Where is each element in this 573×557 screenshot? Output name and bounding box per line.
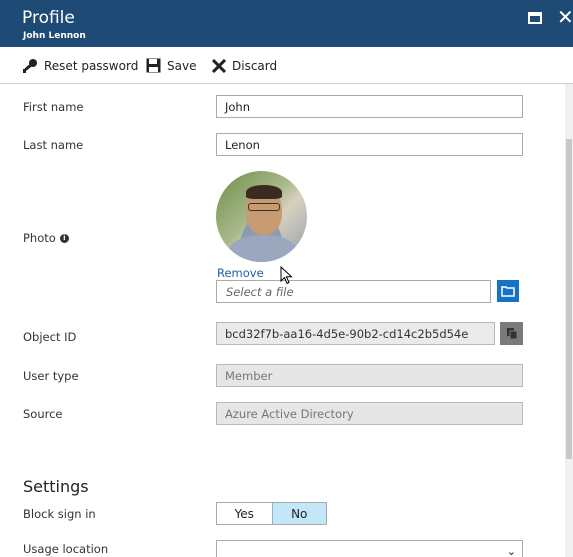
copy-icon: [506, 328, 517, 340]
block-sign-in-label: Block sign in: [23, 507, 96, 521]
user-type-label: User type: [23, 369, 79, 383]
toggle-no[interactable]: No: [271, 503, 326, 524]
command-toolbar: Reset password Save Discard: [0, 47, 573, 84]
source-label: Source: [23, 407, 63, 421]
reset-password-button[interactable]: Reset password: [22, 47, 138, 84]
reset-password-label: Reset password: [44, 58, 139, 73]
first-name-input[interactable]: John: [216, 95, 523, 118]
close-icon[interactable]: ✕: [557, 5, 573, 29]
remove-photo-link[interactable]: Remove: [217, 266, 264, 280]
scrollbar-thumb[interactable]: [566, 139, 572, 459]
save-label: Save: [167, 58, 197, 73]
toggle-yes[interactable]: Yes: [217, 503, 272, 524]
source-field: Azure Active Directory: [216, 402, 523, 425]
info-icon[interactable]: i: [59, 233, 69, 243]
photo-label: Photo: [23, 231, 56, 245]
object-id-field: bcd32f7b-aa16-4d5e-90b2-cd14c2b5d54e: [216, 322, 495, 345]
usage-location-select[interactable]: ⌄: [216, 540, 523, 557]
discard-icon: [212, 58, 226, 73]
discard-label: Discard: [232, 58, 278, 73]
block-sign-in-toggle: Yes No: [216, 502, 327, 525]
folder-icon: [501, 286, 515, 297]
blade-header: Profile John Lennon ✕: [0, 0, 573, 47]
key-icon: [23, 58, 37, 73]
copy-button[interactable]: [500, 322, 523, 345]
usage-location-label: Usage location: [23, 542, 109, 556]
discard-button[interactable]: Discard: [212, 47, 277, 84]
user-type-field: Member: [216, 364, 523, 387]
object-id-label: Object ID: [23, 330, 77, 344]
page-subtitle: John Lennon: [23, 31, 86, 41]
user-photo: [216, 171, 307, 262]
scrollbar[interactable]: [565, 84, 573, 557]
last-name-input[interactable]: Lenon: [216, 133, 523, 156]
save-icon: [146, 58, 161, 73]
page-title: Profile: [22, 8, 75, 28]
save-button[interactable]: Save: [146, 47, 196, 84]
mouse-cursor-icon: [280, 266, 293, 285]
first-name-label: First name: [23, 100, 84, 114]
select-file-input[interactable]: Select a file: [216, 280, 491, 303]
maximize-icon[interactable]: [528, 12, 542, 24]
photo-label-row: Photo i: [23, 231, 69, 245]
settings-heading: Settings: [23, 477, 89, 496]
browse-folder-button[interactable]: [497, 280, 519, 302]
last-name-label: Last name: [23, 138, 84, 152]
chevron-down-icon: ⌄: [506, 545, 516, 557]
